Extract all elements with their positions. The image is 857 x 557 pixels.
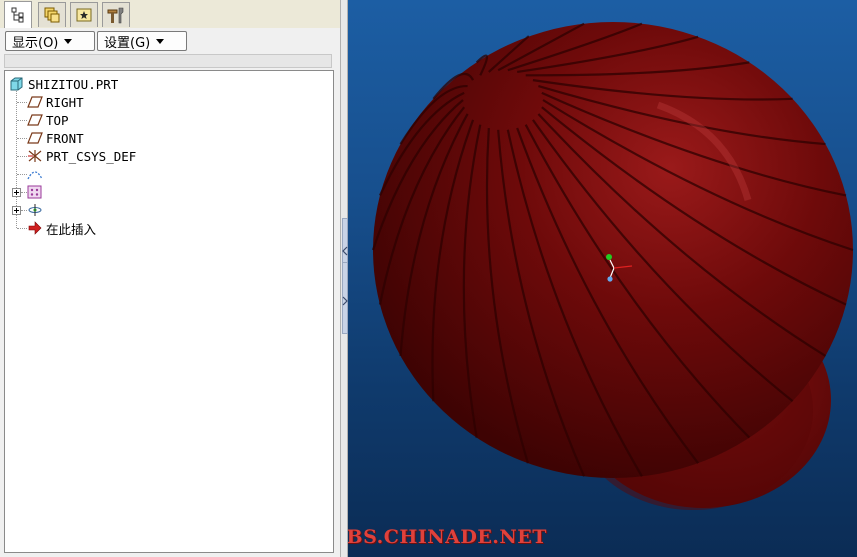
tree-connector — [17, 174, 27, 175]
settings-menu-label: 设置(G) — [104, 35, 151, 51]
navigator-tab-bar — [0, 0, 340, 29]
tree-item-curve[interactable] — [27, 165, 46, 183]
display-menu-label: 显示(O) — [12, 35, 59, 51]
revolve-feature-icon — [28, 204, 42, 216]
folder-star-icon — [76, 8, 92, 22]
display-menu-button[interactable]: 显示(O) — [5, 31, 95, 51]
panel-splitter[interactable] — [340, 0, 348, 557]
navigator-menubar: 显示(O) 设置(G) — [0, 28, 340, 54]
tree-connector — [17, 102, 27, 103]
chevron-down-icon — [64, 38, 73, 44]
tree-item-label: 在此插入 — [46, 221, 97, 237]
tree-item-pattern[interactable] — [27, 183, 46, 201]
chevron-down-icon — [156, 38, 165, 44]
tree-root[interactable]: SHIZITOU.PRT — [9, 75, 118, 93]
watermark-text: BBS.CHINADE.NET — [348, 526, 547, 548]
tree-item-label: FRONT — [46, 130, 84, 146]
datum-plane-icon — [27, 96, 43, 108]
column-header — [4, 54, 332, 68]
tree-item-revolve[interactable] — [27, 201, 46, 219]
settings-menu-button[interactable]: 设置(G) — [97, 31, 187, 51]
tab-layers[interactable] — [38, 2, 66, 27]
tree-connector — [17, 228, 27, 229]
part-icon — [10, 77, 23, 91]
tree-connector — [17, 138, 27, 139]
tab-folder-browser[interactable] — [70, 2, 98, 27]
tab-model-tree[interactable] — [4, 1, 32, 28]
part-model — [371, 22, 854, 510]
tree-item-insert-here[interactable]: 在此插入 — [27, 219, 96, 237]
expand-toggle[interactable] — [12, 206, 21, 215]
tree-item-top[interactable]: TOP — [27, 111, 69, 129]
layers-icon — [44, 7, 60, 23]
tree-item-label: PRT_CSYS_DEF — [46, 148, 137, 164]
tree-connector — [17, 156, 27, 157]
model-tree[interactable]: SHIZITOU.PRT RIGHT TOP FRONT PRT_CSYS_DE… — [4, 70, 334, 553]
datum-curve-icon — [27, 171, 43, 180]
tree-root-label: SHIZITOU.PRT — [28, 76, 119, 92]
pattern-feature-icon — [27, 185, 42, 199]
tree-item-label: TOP — [46, 112, 69, 128]
coordinate-system-icon — [28, 150, 42, 162]
insert-here-arrow-icon — [28, 221, 42, 235]
tree-item-csys[interactable]: PRT_CSYS_DEF — [27, 147, 136, 165]
tree-item-label: RIGHT — [46, 94, 84, 110]
graphics-viewport[interactable]: BBS.CHINADE.NET — [348, 0, 857, 557]
datum-plane-icon — [27, 132, 43, 144]
navigator-panel: 显示(O) 设置(G) SHIZITOU.PRT RIGHT TOP FRONT… — [0, 0, 340, 557]
model-tree-icon — [11, 7, 24, 23]
expand-toggle[interactable] — [12, 188, 21, 197]
tree-item-right[interactable]: RIGHT — [27, 93, 84, 111]
toolbox-icon — [107, 7, 124, 24]
datum-plane-icon — [27, 114, 43, 126]
tab-tools[interactable] — [102, 2, 130, 27]
tree-item-front[interactable]: FRONT — [27, 129, 84, 147]
tree-connector — [17, 120, 27, 121]
